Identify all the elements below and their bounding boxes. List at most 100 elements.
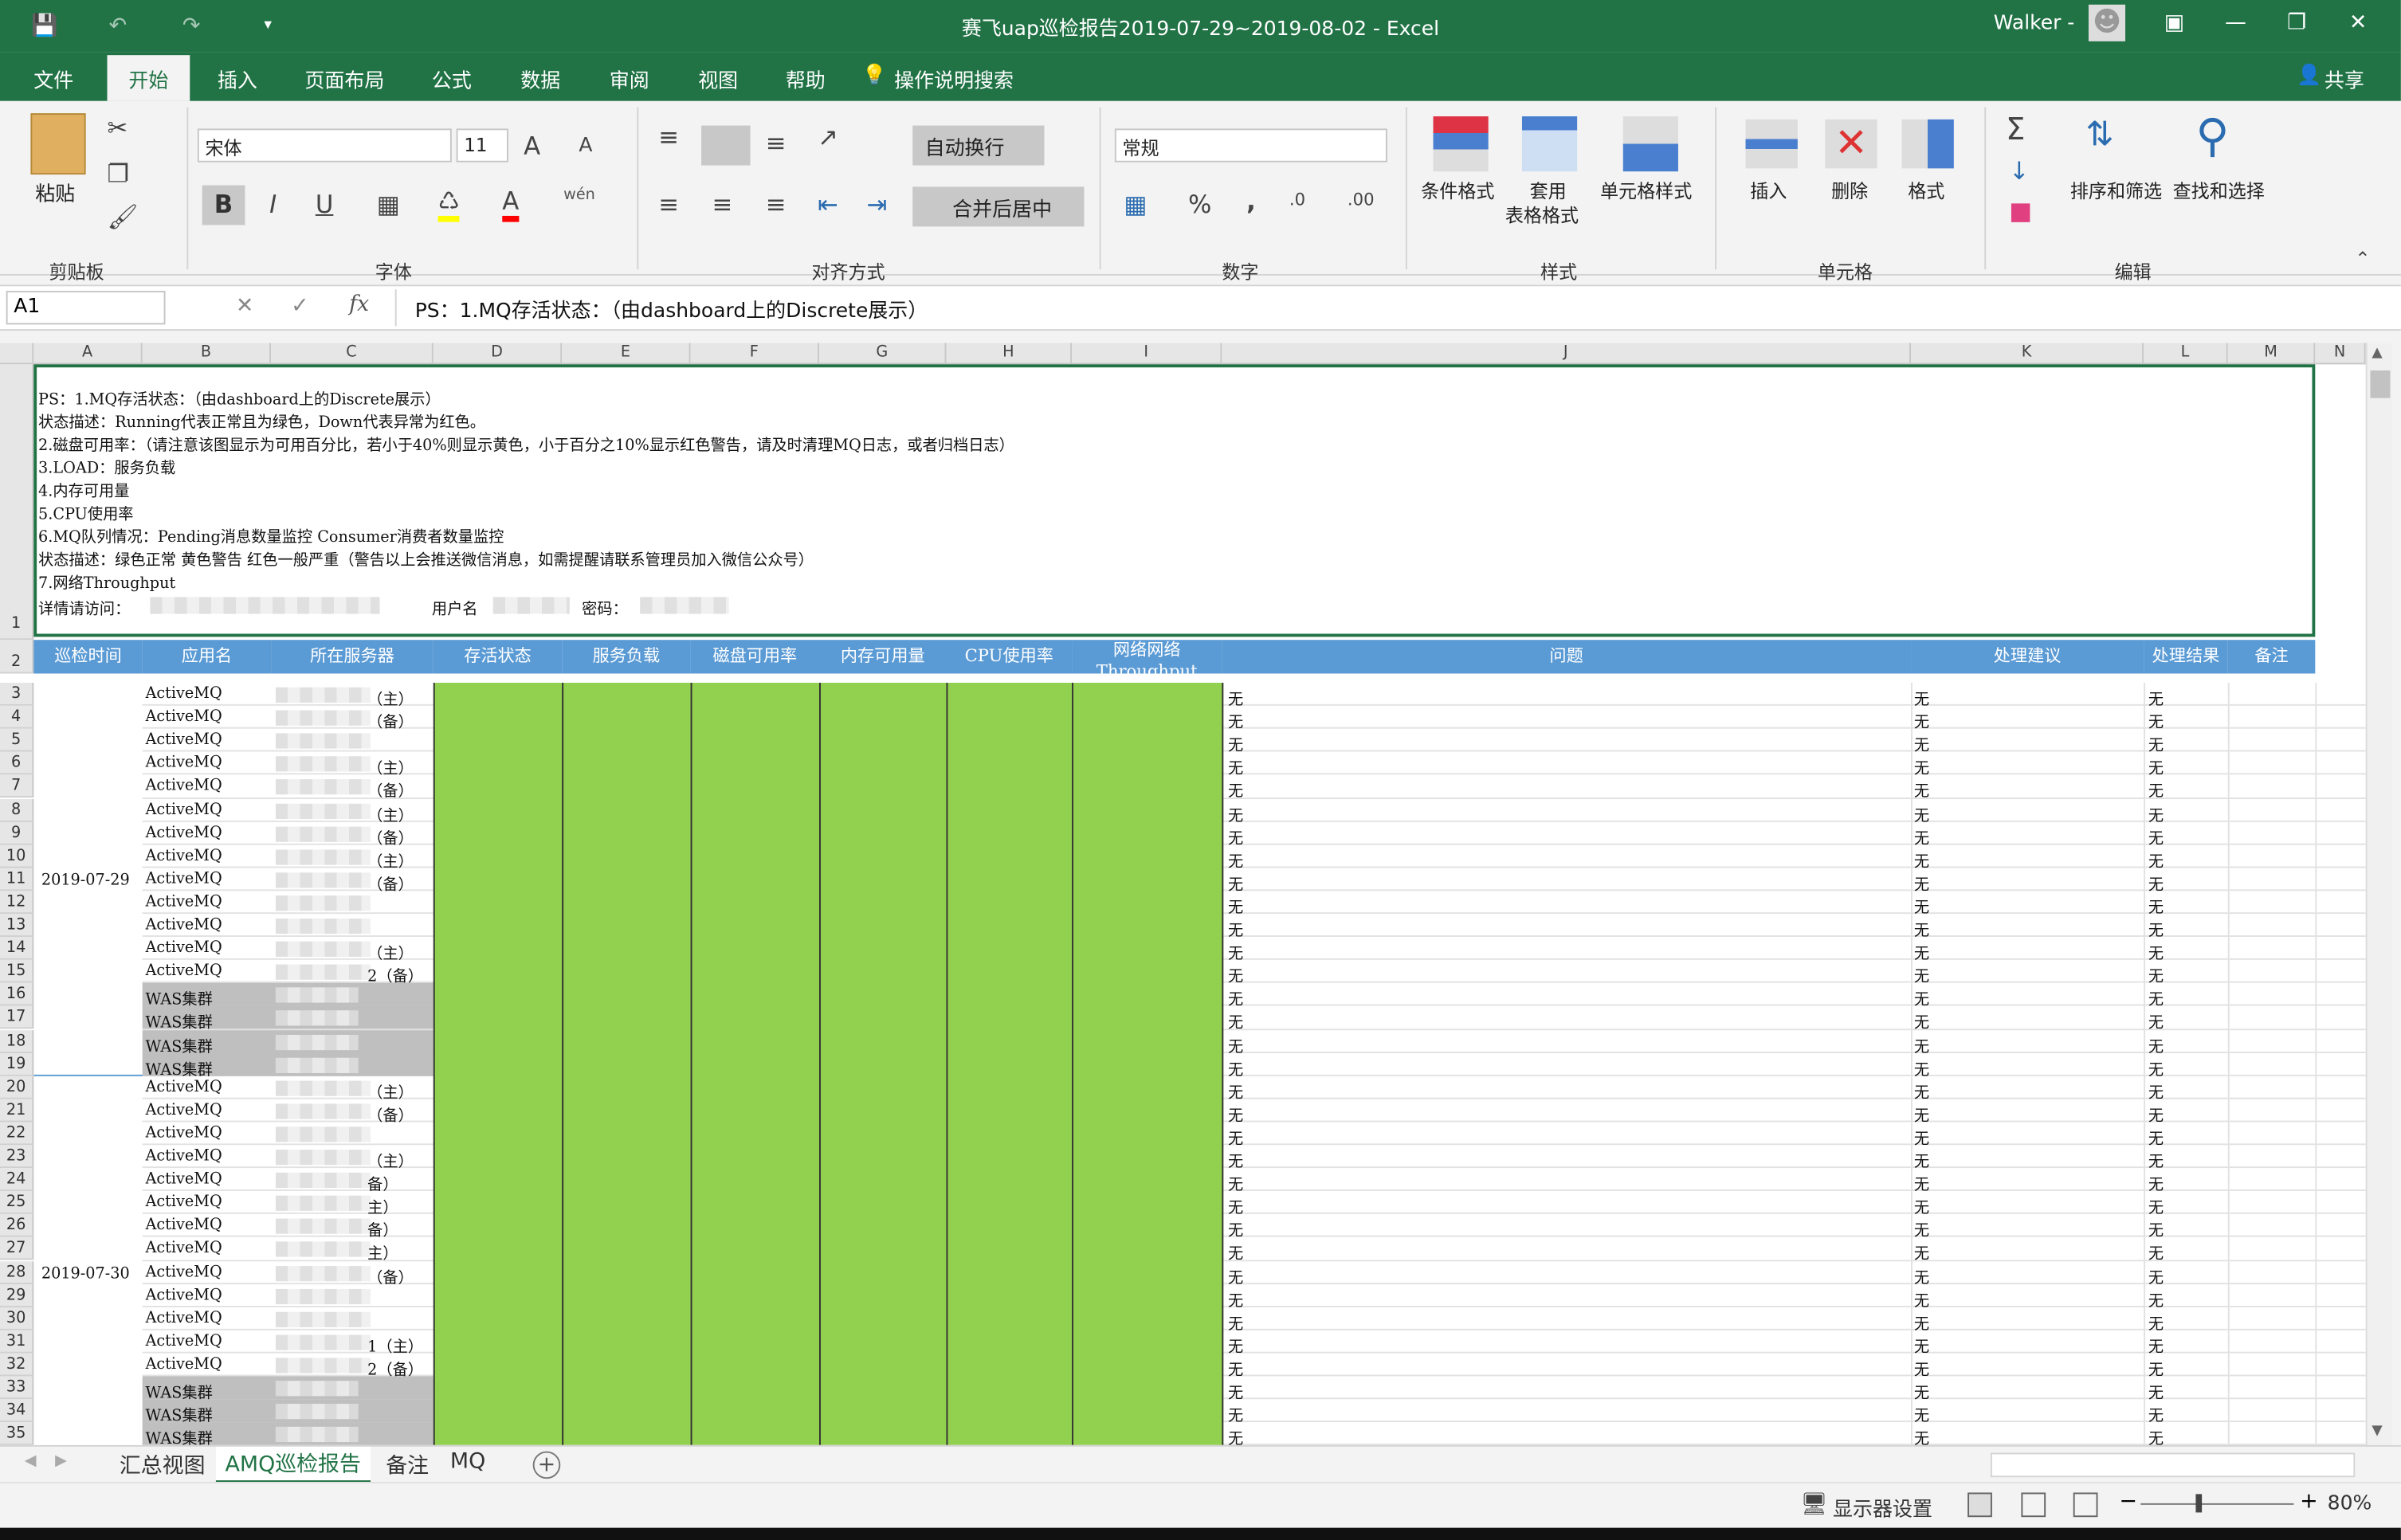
row-header[interactable]: 31 [0, 1330, 34, 1354]
date-cell[interactable]: 2019-07-30 [41, 1266, 130, 1283]
result-cell[interactable]: 无 [2148, 1425, 2164, 1445]
next-sheet-icon[interactable]: ▶ [55, 1453, 67, 1470]
zoom-out-icon[interactable]: − [2119, 1490, 2137, 1515]
app-name-cell[interactable]: ActiveMQ [146, 825, 222, 841]
suggestion-cell[interactable]: 无 [1914, 1379, 1929, 1402]
alive-status-column[interactable] [433, 682, 564, 1445]
issue-cell[interactable]: 无 [1228, 940, 1243, 963]
result-cell[interactable]: 无 [2148, 1009, 2164, 1033]
result-cell[interactable]: 无 [2148, 894, 2164, 917]
tab-formulas[interactable]: 公式 [432, 65, 472, 93]
paste-button[interactable]: 粘贴 [35, 178, 75, 207]
suggestion-cell[interactable]: 无 [1914, 940, 1929, 963]
result-cell[interactable]: 无 [2148, 1056, 2164, 1079]
close-icon[interactable]: ✕ [2328, 0, 2389, 49]
share-button[interactable]: 共享 [2324, 65, 2364, 93]
header-inspect-time[interactable]: 巡检时间 [33, 640, 143, 674]
underline-button[interactable]: U [316, 190, 334, 219]
header-disk-available[interactable]: 磁盘可用率 [690, 640, 820, 674]
issue-cell[interactable]: 无 [1228, 917, 1243, 940]
row-header[interactable]: 25 [0, 1191, 34, 1215]
server-role-cell[interactable]: （主） [367, 755, 414, 778]
collapse-ribbon-icon[interactable]: ⌃ [2355, 248, 2370, 269]
page-break-view-icon[interactable] [2073, 1492, 2098, 1518]
decrease-indent-icon[interactable]: ⇤ [818, 190, 838, 219]
issue-cell[interactable]: 无 [1228, 1125, 1243, 1148]
app-name-cell[interactable]: WAS集群 [146, 1425, 213, 1445]
server-role-cell[interactable]: （备） [367, 1102, 414, 1125]
increase-indent-icon[interactable]: ⇥ [867, 190, 888, 219]
vertical-scrollbar[interactable]: ▲ ▼ [2365, 343, 2392, 1445]
server-role-cell[interactable]: （备） [367, 825, 414, 848]
format-table-icon[interactable] [1521, 116, 1578, 172]
suggestion-cell[interactable]: 无 [1914, 1356, 1929, 1379]
align-center-icon[interactable]: ≡ [712, 190, 732, 219]
result-cell[interactable]: 无 [2148, 1194, 2164, 1217]
result-cell[interactable]: 无 [2148, 732, 2164, 755]
row-header[interactable]: 6 [0, 752, 34, 776]
result-cell[interactable]: 无 [2148, 1217, 2164, 1240]
server-role-cell[interactable]: 主） [367, 1194, 398, 1217]
enter-icon[interactable]: ✓ [291, 294, 309, 319]
app-name-cell[interactable]: ActiveMQ [146, 686, 222, 703]
tab-page-layout[interactable]: 页面布局 [304, 65, 384, 93]
server-role-cell[interactable]: （主） [367, 686, 414, 709]
number-format-select[interactable]: 常规 [1114, 128, 1387, 163]
result-cell[interactable]: 无 [2148, 755, 2164, 778]
scroll-up-icon[interactable]: ▲ [2372, 346, 2382, 361]
row-header[interactable]: 28 [0, 1260, 34, 1284]
app-name-cell[interactable]: ActiveMQ [146, 1194, 222, 1211]
app-name-cell[interactable]: ActiveMQ [146, 1217, 222, 1234]
row-header[interactable]: 17 [0, 1006, 34, 1030]
result-cell[interactable]: 无 [2148, 1333, 2164, 1356]
col-header-g[interactable]: G [819, 343, 947, 365]
issue-cell[interactable]: 无 [1228, 963, 1243, 986]
borders-icon[interactable]: ▦ [377, 190, 400, 219]
server-role-cell[interactable]: （备） [367, 871, 414, 894]
server-role-cell[interactable]: （主） [367, 940, 414, 963]
issue-cell[interactable]: 无 [1228, 1333, 1243, 1356]
suggestion-cell[interactable]: 无 [1914, 732, 1929, 755]
app-name-cell[interactable]: ActiveMQ [146, 1240, 222, 1257]
zoom-thumb[interactable] [2195, 1494, 2203, 1513]
issue-cell[interactable]: 无 [1228, 1379, 1243, 1402]
sort-filter-button[interactable]: 排序和筛选 [2070, 178, 2162, 204]
horizontal-scrollbar[interactable] [1990, 1452, 2356, 1478]
server-role-cell[interactable]: （主） [367, 1148, 414, 1171]
header-app-name[interactable]: 应用名 [142, 640, 272, 674]
issue-cell[interactable]: 无 [1228, 894, 1243, 917]
issue-cell[interactable]: 无 [1228, 1402, 1243, 1425]
tell-me-search[interactable]: 操作说明搜索 [894, 65, 1014, 93]
app-name-cell[interactable]: ActiveMQ [146, 871, 222, 888]
server-role-cell[interactable]: （主） [367, 848, 414, 871]
tab-view[interactable]: 视图 [698, 65, 738, 93]
row-header-1[interactable]: 1 [0, 364, 34, 641]
result-cell[interactable]: 无 [2148, 1102, 2164, 1125]
cell-styles-button[interactable]: 单元格样式 [1600, 178, 1692, 204]
app-name-cell[interactable]: ActiveMQ [146, 848, 222, 864]
app-name-cell[interactable]: ActiveMQ [146, 963, 222, 980]
row-header[interactable]: 30 [0, 1307, 34, 1330]
suggestion-cell[interactable]: 无 [1914, 686, 1929, 709]
format-cells-button[interactable]: 格式 [1908, 178, 1944, 204]
issue-cell[interactable]: 无 [1228, 848, 1243, 871]
issue-cell[interactable]: 无 [1228, 1425, 1243, 1445]
increase-font-icon[interactable]: A [524, 131, 540, 161]
result-cell[interactable]: 无 [2148, 917, 2164, 940]
cpu-usage-column[interactable] [946, 682, 1073, 1445]
server-role-cell[interactable]: 备） [367, 1171, 398, 1194]
row-header[interactable]: 18 [0, 1029, 34, 1053]
suggestion-cell[interactable]: 无 [1914, 1148, 1929, 1171]
issue-cell[interactable]: 无 [1228, 1240, 1243, 1264]
issue-cell[interactable]: 无 [1228, 801, 1243, 825]
row-header[interactable]: 29 [0, 1283, 34, 1307]
row-header[interactable]: 14 [0, 937, 34, 961]
issue-cell[interactable]: 无 [1228, 1009, 1243, 1033]
result-cell[interactable]: 无 [2148, 963, 2164, 986]
conditional-format-button[interactable]: 条件格式 [1421, 178, 1494, 204]
result-cell[interactable]: 无 [2148, 1240, 2164, 1264]
row-header[interactable]: 35 [0, 1422, 34, 1445]
server-role-cell[interactable]: （主） [367, 1079, 414, 1102]
row-header[interactable]: 16 [0, 983, 34, 1007]
align-right-icon[interactable]: ≡ [766, 190, 787, 219]
